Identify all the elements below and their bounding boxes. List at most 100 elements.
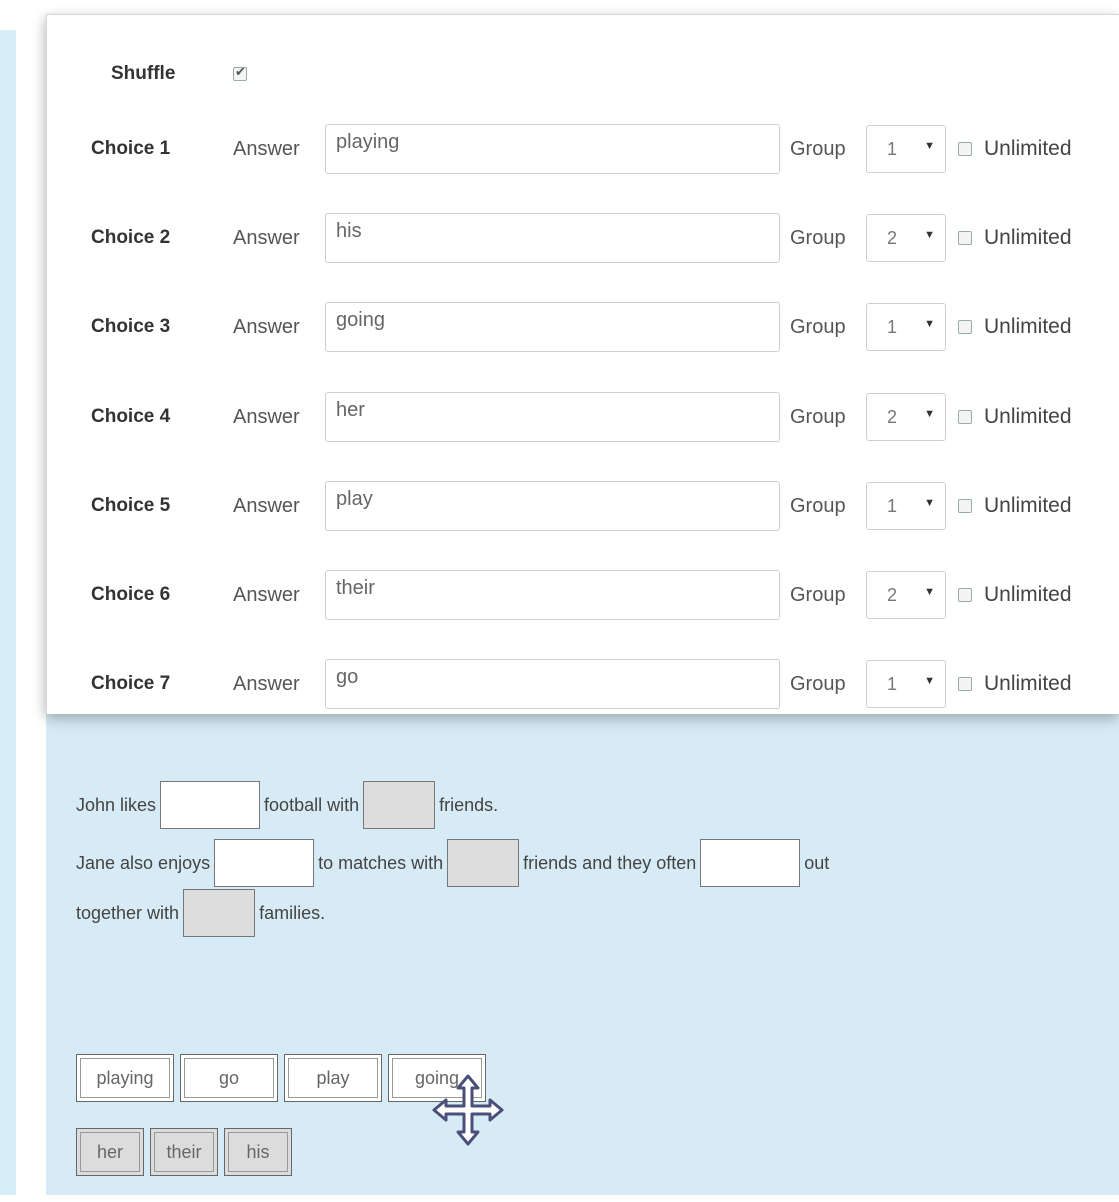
drop-zone-6[interactable] [183,889,256,937]
caret-down-icon: ▼ [924,408,935,420]
unlimited-checkbox[interactable] [958,142,972,156]
choice-label: Choice 4 [91,406,171,427]
answer-tile[interactable]: her [76,1128,144,1176]
answer-tile[interactable]: playing [76,1054,174,1102]
unlimited-label: Unlimited [984,315,1072,338]
answer-label: Answer [233,672,300,695]
text-segment: families. [259,902,326,923]
tile-row-group-2: her their his [76,1128,486,1176]
move-cursor-icon [432,1074,504,1146]
text-segment: John likes [76,794,157,815]
drop-zone-2[interactable] [363,781,436,829]
answer-input[interactable] [325,570,780,620]
group-value: 2 [887,584,898,605]
answer-input[interactable] [325,659,780,709]
tile-row-group-1: playing go play going [76,1054,486,1102]
group-select[interactable]: 2 ▼ [866,571,946,619]
group-value: 1 [887,495,898,516]
group-value: 2 [887,406,898,427]
group-label: Group [790,583,846,606]
answer-input[interactable] [325,392,780,442]
drop-zone-5[interactable] [700,839,801,887]
choice-row-2: Choice 2 Answer Group 2▼ Unlimited [91,210,1119,266]
choice-label: Choice 7 [91,673,171,694]
caret-down-icon: ▼ [924,229,935,241]
caret-down-icon: ▼ [924,497,935,509]
answer-tiles: playing go play going her their his [76,1054,486,1202]
text-segment: to matches with [318,852,444,873]
answer-tile[interactable]: play [284,1054,382,1102]
answer-label: Answer [233,137,300,160]
text-segment: friends and they often [523,852,697,873]
answer-input[interactable] [325,302,780,352]
group-select[interactable]: 1 ▼ [866,303,946,351]
text-segment: together with [76,902,180,923]
text-segment: friends. [439,794,499,815]
answer-input[interactable] [325,213,780,263]
group-label: Group [790,226,846,249]
unlimited-checkbox[interactable] [958,320,972,334]
group-label: Group [790,405,846,428]
choice-label: Choice 1 [91,138,171,159]
choice-row-3: Choice 3 Answer Group 1▼ Unlimited [91,299,1119,355]
drop-zone-1[interactable] [160,781,261,829]
answer-label: Answer [233,315,300,338]
unlimited-label: Unlimited [984,672,1072,695]
question-line-2: Jane also enjoys to matches with friends… [76,838,829,888]
group-label: Group [790,137,846,160]
caret-down-icon: ▼ [924,318,935,330]
shuffle-row: Shuffle [111,59,247,89]
choice-row-1: Choice 1 Answer Group 1▼ Unlimited [91,121,1119,177]
group-select[interactable]: 1 ▼ [866,482,946,530]
caret-down-icon: ▼ [924,586,935,598]
answer-label: Answer [233,405,300,428]
unlimited-checkbox[interactable] [958,231,972,245]
choice-label: Choice 2 [91,227,171,248]
group-label: Group [790,672,846,695]
caret-down-icon: ▼ [924,140,935,152]
question-line-3: together with families. [76,888,325,938]
sidebar-strip [0,30,16,1195]
caret-down-icon: ▼ [924,675,935,687]
group-select[interactable]: 2 ▼ [866,214,946,262]
group-select[interactable]: 1 ▼ [866,125,946,173]
group-value: 1 [887,316,898,337]
choice-label: Choice 5 [91,495,171,516]
text-segment: Jane also enjoys [76,852,211,873]
unlimited-checkbox[interactable] [958,677,972,691]
choice-label: Choice 6 [91,584,171,605]
choice-row-5: Choice 5 Answer Group 1▼ Unlimited [91,478,1119,534]
text-segment: out [804,852,830,873]
unlimited-label: Unlimited [984,137,1072,160]
unlimited-checkbox[interactable] [958,410,972,424]
answer-label: Answer [233,226,300,249]
unlimited-label: Unlimited [984,494,1072,517]
unlimited-label: Unlimited [984,226,1072,249]
choices-config-panel: Shuffle Choice 1 Answer Group 1▼ Unlimit… [46,14,1119,714]
drop-zone-4[interactable] [447,839,520,887]
drop-zone-3[interactable] [214,839,315,887]
answer-tile[interactable]: their [150,1128,218,1176]
answer-label: Answer [233,583,300,606]
choice-label: Choice 3 [91,316,171,337]
unlimited-label: Unlimited [984,583,1072,606]
answer-tile[interactable]: his [224,1128,292,1176]
choice-row-4: Choice 4 Answer Group 2▼ Unlimited [91,389,1119,445]
choice-row-6: Choice 6 Answer Group 2▼ Unlimited [91,567,1119,623]
group-select[interactable]: 1 ▼ [866,660,946,708]
group-select[interactable]: 2 ▼ [866,393,946,441]
choice-row-7: Choice 7 Answer Group 1▼ Unlimited [91,656,1119,712]
unlimited-checkbox[interactable] [958,588,972,602]
text-segment: football with [264,794,360,815]
answer-label: Answer [233,494,300,517]
group-value: 1 [887,673,898,694]
group-value: 1 [887,138,898,159]
unlimited-checkbox[interactable] [958,499,972,513]
group-value: 2 [887,227,898,248]
group-label: Group [790,315,846,338]
shuffle-checkbox[interactable] [233,64,247,81]
answer-tile[interactable]: go [180,1054,278,1102]
answer-input[interactable] [325,481,780,531]
answer-input[interactable] [325,124,780,174]
unlimited-label: Unlimited [984,405,1072,428]
